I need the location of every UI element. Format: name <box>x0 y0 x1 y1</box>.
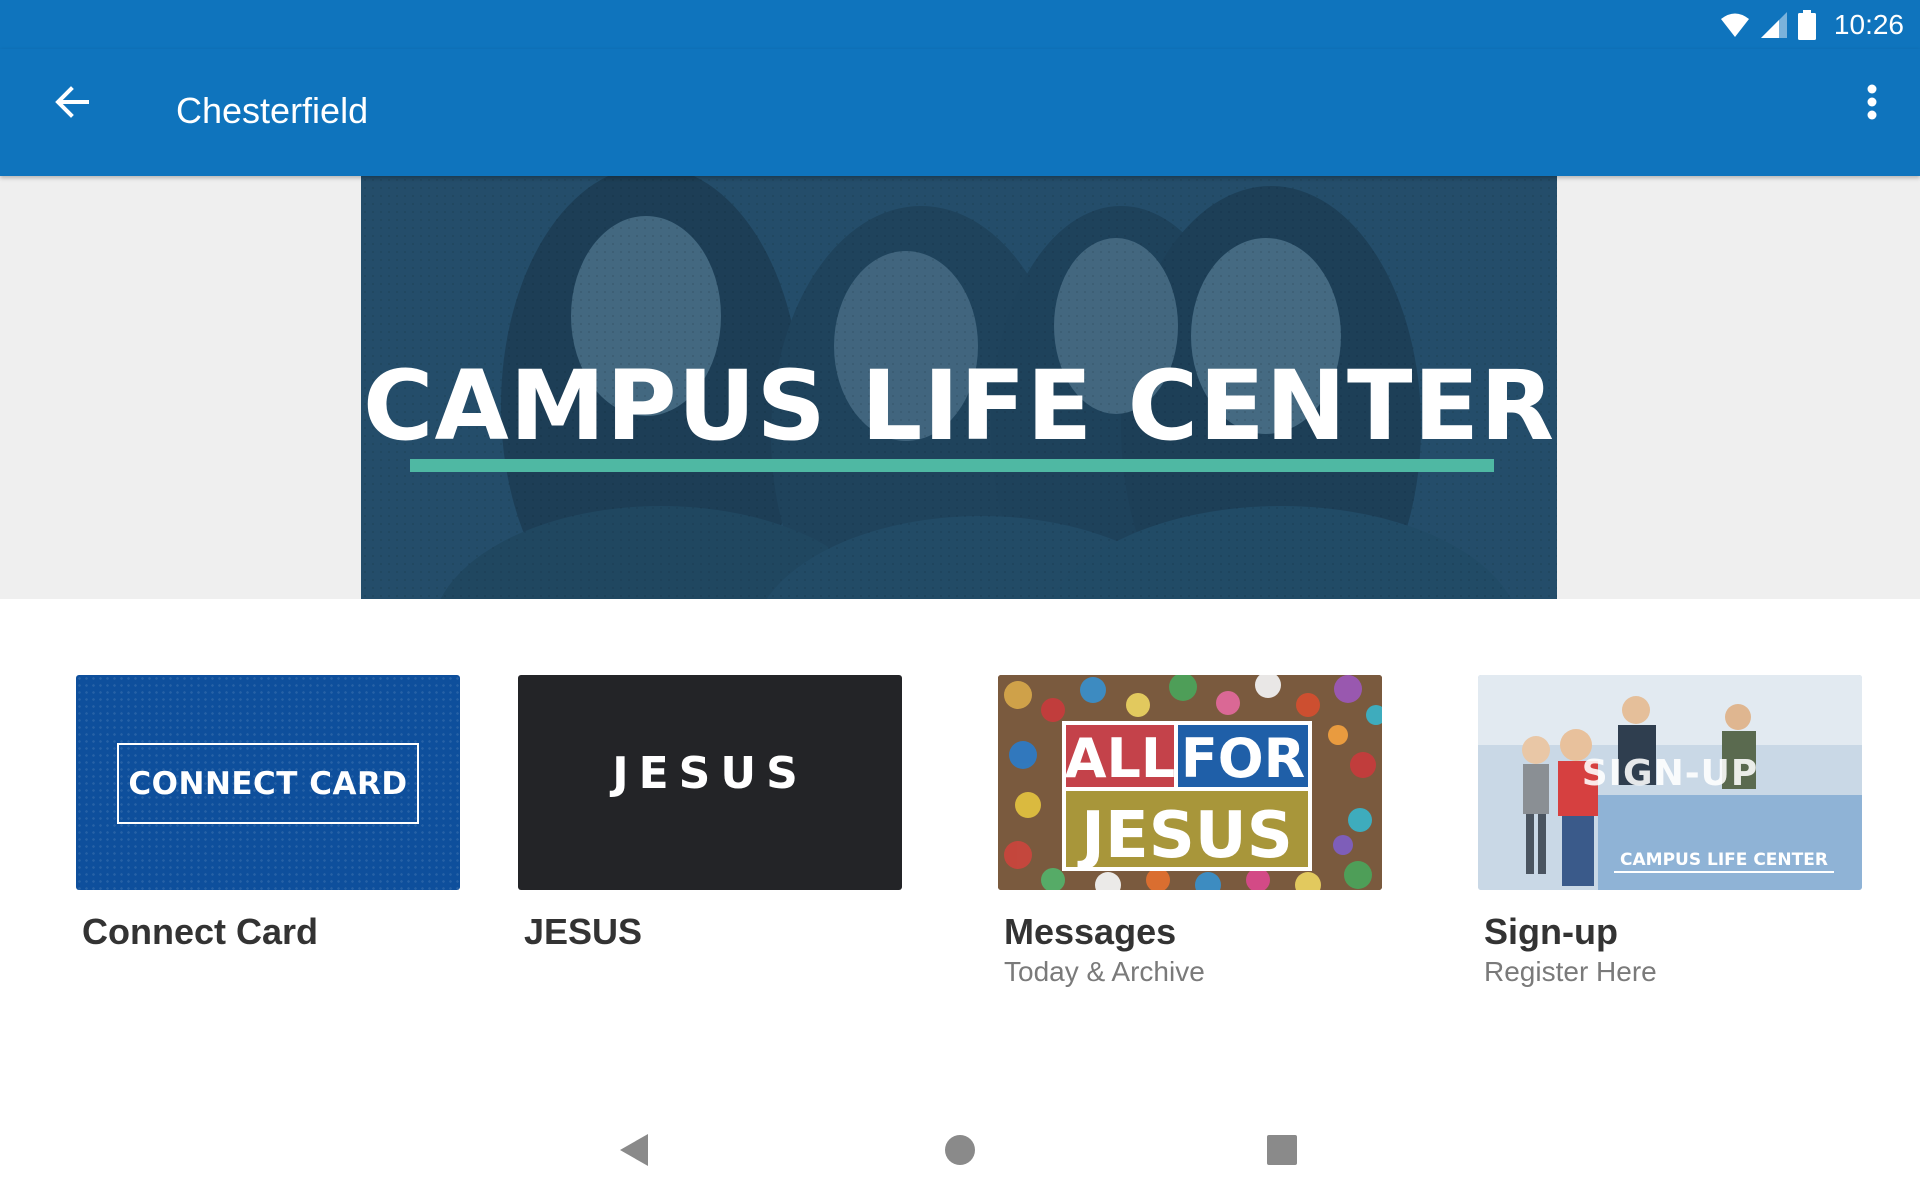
nav-recents-icon <box>1267 1134 1297 1170</box>
connect-card-thumbnail: CONNECT CARD <box>76 675 460 890</box>
tile-title: JESUS <box>524 911 643 952</box>
cell-signal-icon <box>1760 11 1788 39</box>
page-title: Chesterfield <box>176 90 369 131</box>
tile-messages[interactable]: ALL FOR JESUS Messages Today & Archive <box>998 675 1382 990</box>
arrow-left-icon <box>54 84 90 125</box>
logo-word-all: ALL <box>1065 727 1176 790</box>
sign-up-thumb-caption: CAMPUS LIFE CENTER <box>1614 850 1834 873</box>
messages-thumbnail: ALL FOR JESUS <box>998 675 1382 890</box>
tile-sign-up[interactable]: SIGN-UP CAMPUS LIFE CENTER Sign-up Regis… <box>1478 675 1862 990</box>
app-bar: Chesterfield <box>0 49 1920 176</box>
nav-home-button[interactable] <box>928 1124 992 1180</box>
sign-up-thumb-label: SIGN-UP <box>1581 753 1759 794</box>
logo-word-for: FOR <box>1181 727 1305 790</box>
tile-title: Connect Card <box>82 911 319 952</box>
all-for-jesus-logo: ALL FOR JESUS <box>1062 721 1312 871</box>
back-button[interactable] <box>40 72 104 136</box>
wifi-icon <box>1720 12 1750 38</box>
tile-connect-card[interactable]: CONNECT CARD Connect Card <box>76 675 460 954</box>
tile-jesus[interactable]: JESUS JESUS <box>518 675 902 954</box>
status-time: 10:26 <box>1833 8 1904 40</box>
nav-back-button[interactable] <box>602 1124 666 1180</box>
hero-image: CAMPUS LIFE CENTER <box>361 176 1557 599</box>
connect-card-thumb-label: CONNECT CARD <box>117 743 419 824</box>
logo-word-jesus: JESUS <box>1077 799 1293 871</box>
jesus-thumbnail: JESUS <box>518 675 902 890</box>
hero-underline <box>410 459 1494 472</box>
hero-banner: CAMPUS LIFE CENTER <box>0 176 1920 599</box>
nav-home-icon <box>944 1134 976 1171</box>
nav-recents-button[interactable] <box>1250 1124 1314 1180</box>
tile-title: Sign-up <box>1484 911 1618 952</box>
tile-subtitle: Today & Archive <box>1004 956 1205 987</box>
jesus-thumb-label: JESUS <box>612 748 808 799</box>
nav-back-icon <box>618 1133 650 1172</box>
status-bar: 10:26 <box>0 0 1920 49</box>
more-vert-icon <box>1866 84 1878 125</box>
tile-title: Messages <box>1004 911 1177 952</box>
overflow-menu-button[interactable] <box>1848 72 1896 136</box>
navigation-bar <box>0 1104 1920 1200</box>
status-icons: 10:26 <box>1720 0 1904 49</box>
hero-title: CAMPUS LIFE CENTER <box>363 350 1555 462</box>
tile-subtitle: Register Here <box>1484 956 1657 987</box>
sign-up-thumbnail: SIGN-UP CAMPUS LIFE CENTER <box>1478 675 1862 890</box>
battery-icon <box>1797 9 1816 40</box>
